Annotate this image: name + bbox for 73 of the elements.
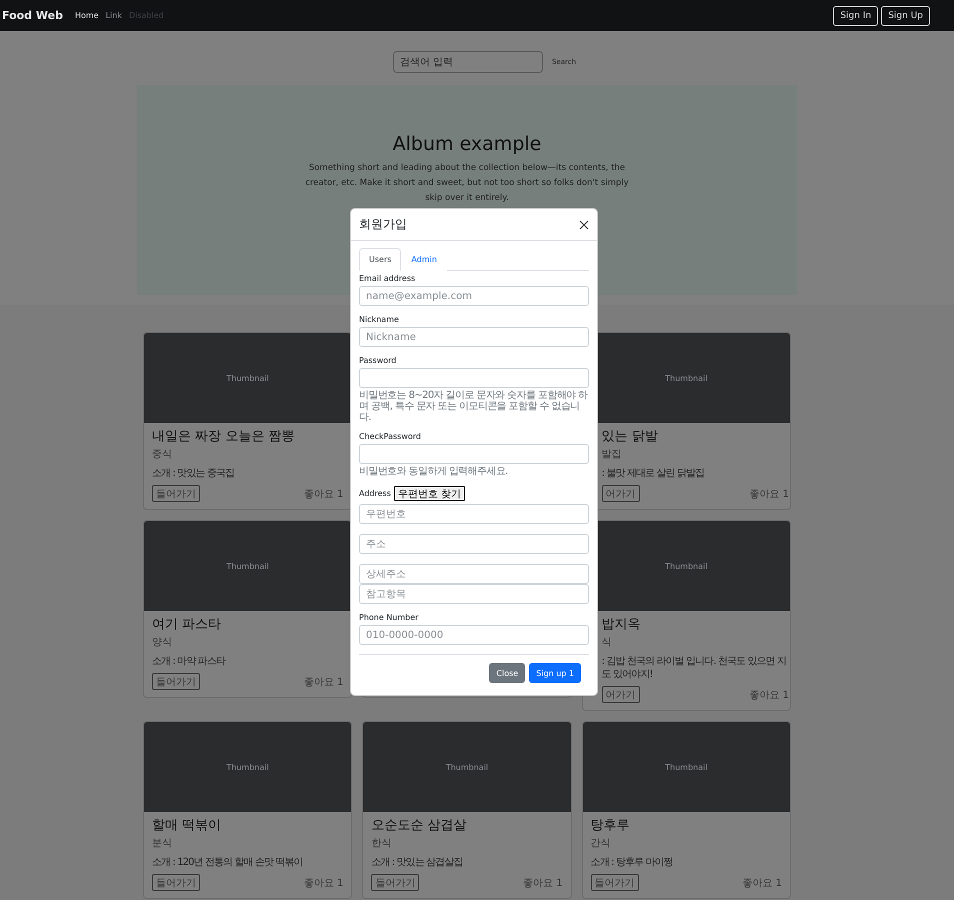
field-label: Phone Number [359,613,420,622]
thumbnail-label: Thumbnail [665,562,708,570]
close-icon[interactable] [579,220,589,230]
card-title: 있는 닭발 [602,429,659,445]
likes-count: 좋아요 1 [749,688,789,702]
sign-up-button[interactable]: Sign up 1 [529,663,581,683]
thumbnail-label: Thumbnail [665,762,708,772]
input-field[interactable]: Nickname [359,327,589,347]
input-field[interactable]: name@example.com [359,286,589,306]
input-field[interactable]: 우편번호 [359,504,589,524]
input-field[interactable]: 상세주소 [359,564,589,584]
card-description: 소개 : 마약 파스타 [152,655,227,668]
enter-button[interactable]: 어가기 [602,485,640,502]
enter-button[interactable]: 어가기 [602,686,640,703]
card-category: 간식 [590,837,612,850]
close-button[interactable]: Close [489,663,526,683]
input-field[interactable]: 주소 [359,534,589,554]
nav-button[interactable]: Sign In [833,6,878,26]
enter-button[interactable]: 들어가기 [152,485,200,502]
card-category: 식 [602,636,613,649]
nav-button[interactable]: Sign Up [881,6,930,26]
thumbnail-label: Thumbnail [446,762,488,772]
card-category: 한식 [371,837,392,850]
tab[interactable]: Users [359,248,402,271]
card-title: 여기 파스타 [152,617,222,633]
likes-count: 좋아요 1 [304,676,344,688]
help-text: 비밀번호와 동일하게 입력해주세요. [359,466,509,477]
enter-button[interactable]: 들어가기 [152,673,200,690]
search-field[interactable]: 검색어 입력 [392,51,543,73]
field-label: Password [359,356,398,365]
likes-count: 좋아요 1 [304,876,344,890]
thumbnail-label: Thumbnail [226,762,269,772]
thumbnail-label: Thumbnail [226,562,269,570]
input-field[interactable]: 참고항목 [359,584,589,604]
card-category: 양식 [152,636,173,649]
field-label: Email address [359,274,416,283]
card-description: : 불맛 제대로 살린 닭발집 [602,467,706,480]
likes-count: 좋아요 1 [742,876,782,890]
brand[interactable]: Food Web [2,9,63,22]
card-description: 소개 : 120년 전통의 할매 손맛 떡볶이 [152,856,304,869]
card-description: 소개 : 맛있는 삼겹살집 [371,856,464,869]
card-category: 발집 [602,448,623,461]
input-field[interactable] [359,444,589,464]
card-title: 내일은 짜장 오늘은 짬뽕 [152,429,296,445]
card-category: 분식 [152,837,173,850]
help-text: 비밀번호는 8~20자 길이로 문자와 숫자를 포함해야 하며 공백, 특수 문자 또는 이모티콘을 포함할 수 없습니다. [359,390,589,423]
likes-count: 좋아요 1 [523,876,563,890]
enter-button[interactable]: 들어가기 [152,874,200,891]
likes-count: 좋아요 1 [304,488,344,500]
field-label: Address [359,489,391,498]
input-field[interactable]: 010-0000-0000 [359,625,589,645]
input-field[interactable] [359,368,589,388]
card-title: 탕후루 [590,818,631,834]
card-title: 오순도순 삼겹살 [371,818,468,834]
card-description: : 김밥 천국의 라이벌 입니다. 천국도 있으면 지 도 있어야지! [602,655,788,681]
card-description: 소개 : 맛있는 중국집 [152,467,236,480]
nav-link[interactable]: Home [74,11,99,20]
card-title: 밥지옥 [602,617,642,633]
card-category: 중식 [152,448,173,461]
thumbnail-label: Thumbnail [665,374,708,382]
enter-button[interactable]: 들어가기 [371,874,420,891]
hero-title: Album example [392,133,542,155]
field-label: Nickname [359,315,400,324]
field-label: CheckPassword [359,432,422,441]
postcode-search-button[interactable]: 우편번호 찾기 [394,486,466,501]
nav-link[interactable]: Link [106,11,122,20]
card-title: 할매 떡볶이 [152,818,222,834]
dialog-title: 회원가입 [359,216,407,233]
thumbnail-label: Thumbnail [226,374,269,382]
enter-button[interactable]: 들어가기 [590,874,639,891]
likes-count: 좋아요 1 [749,488,789,500]
card-description: 소개 : 탕후루 마이쩡 [590,856,674,869]
hero-text: Something short and leading about the collection below—its contents, the creator, etc. Make it short and sweet, but not too short so folks don't simply skip over it entirely. [304,162,630,205]
